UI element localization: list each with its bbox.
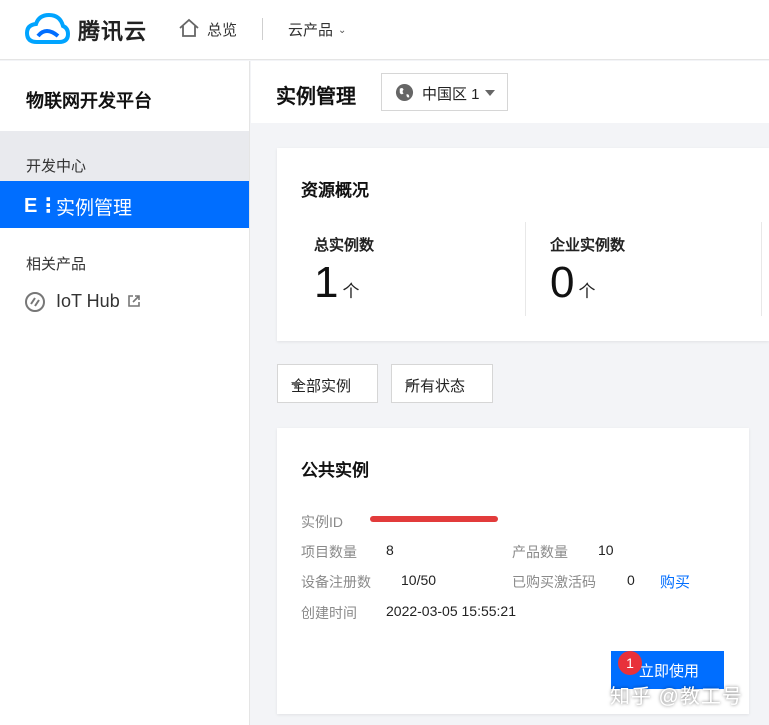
tencent-cloud-logo-icon[interactable] <box>24 12 70 46</box>
stat-unit: 个 <box>342 282 360 301</box>
iot-hub-icon <box>25 292 45 312</box>
instance-id-label: 实例ID <box>301 514 343 530</box>
stat-label: 企业实例数 <box>550 237 626 254</box>
section-dev-center-label: 开发中心 <box>26 158 87 175</box>
home-icon[interactable] <box>178 18 200 38</box>
sidebar-item-label: IoT Hub <box>56 291 120 311</box>
stat-number: 1 <box>314 258 339 307</box>
created-time-value: 2022-03-05 15:55:21 <box>386 603 516 619</box>
region-select[interactable]: 中国区 1 <box>381 73 508 111</box>
stat-label: 总实例数 <box>314 237 375 254</box>
stat-number: 0 <box>550 258 575 307</box>
brand-name[interactable]: 腾讯云 <box>78 14 147 46</box>
project-count-value: 8 <box>386 542 394 558</box>
status-filter[interactable]: 所有状态 <box>391 364 493 403</box>
card-title: 公共实例 <box>301 461 369 480</box>
watermark: 知乎 @教工号 <box>610 686 743 708</box>
globe-icon <box>395 83 414 102</box>
created-time-label: 创建时间 <box>301 605 357 621</box>
stat-divider <box>525 222 526 316</box>
section-related-products: 相关产品 <box>26 256 87 273</box>
instance-list-icon: E⋮ <box>24 195 60 217</box>
device-count-label: 设备注册数 <box>301 574 371 590</box>
resource-overview-card: 资源概况 总实例数 1个 企业实例数 0个 <box>277 148 769 341</box>
caret-down-icon <box>485 90 495 96</box>
activation-code-value: 0 <box>627 572 635 588</box>
project-count-label: 项目数量 <box>301 544 357 560</box>
chevron-down-icon: ⌄ <box>338 25 347 36</box>
region-label: 中国区 1 <box>422 86 480 103</box>
stat-value: 1个 <box>314 261 374 314</box>
platform-title: 物联网开发平台 <box>26 91 152 111</box>
product-count-value: 10 <box>598 542 614 558</box>
product-count-label: 产品数量 <box>512 544 568 560</box>
use-now-label: 立即使用 <box>639 663 700 680</box>
stat-divider <box>761 222 762 316</box>
stat-enterprise-instances: 企业实例数 0个 <box>550 234 625 314</box>
device-count-value: 10/50 <box>401 572 437 588</box>
caret-down-icon <box>291 382 301 388</box>
caret-down-icon <box>405 382 415 388</box>
cloud-products-label: 云产品 <box>288 22 334 39</box>
redacted-instance-id <box>370 516 498 522</box>
section-dev-center: 开发中心 <box>0 131 249 181</box>
page-title: 实例管理 <box>276 86 356 108</box>
overview-link[interactable]: 总览 <box>207 19 237 40</box>
topbar-divider <box>262 18 263 40</box>
page-header: 实例管理 中国区 1 <box>251 61 769 123</box>
stat-total-instances: 总实例数 1个 <box>314 234 374 314</box>
buy-link[interactable]: 购买 <box>660 571 690 592</box>
sidebar-item-instance-management[interactable]: E⋮ 实例管理 <box>0 181 249 228</box>
sidebar-item-label: 实例管理 <box>56 198 133 219</box>
top-navbar: 腾讯云 总览 云产品 ⌄ <box>0 0 769 60</box>
stat-value: 0个 <box>550 261 625 314</box>
card-title: 资源概况 <box>301 181 369 200</box>
cloud-products-menu[interactable]: 云产品 ⌄ <box>288 19 346 40</box>
activation-code-label: 已购买激活码 <box>512 574 596 590</box>
instance-type-filter[interactable]: 全部实例 <box>277 364 378 403</box>
sidebar-item-iot-hub[interactable]: IoT Hub <box>24 289 224 315</box>
sidebar: 物联网开发平台 开发中心 E⋮ 实例管理 相关产品 IoT Hub <box>0 61 250 725</box>
external-link-icon <box>128 295 140 307</box>
stat-unit: 个 <box>578 282 596 301</box>
step-badge: 1 <box>618 651 642 675</box>
